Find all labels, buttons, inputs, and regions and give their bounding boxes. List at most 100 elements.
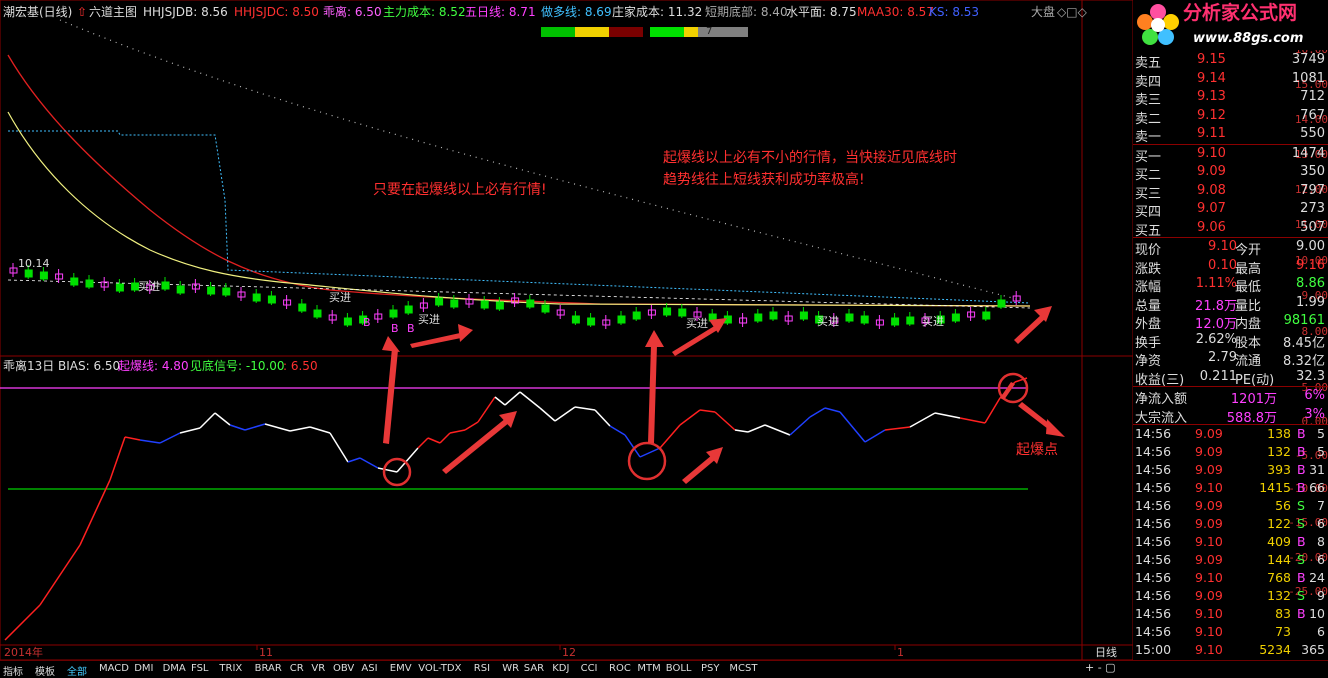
tab-rsi[interactable]: RSI (474, 663, 490, 674)
tick-row[interactable]: 14:56 9.10 768 B 24 (1133, 569, 1328, 587)
candle-body (70, 277, 79, 286)
bias-segment (639, 447, 661, 458)
bias-segment (439, 432, 451, 444)
tick-row[interactable]: 15:00 9.10 5234 365 (1133, 641, 1328, 659)
bias-segment (504, 391, 521, 406)
tick-cell: 393 (1267, 462, 1291, 477)
bias-segment (347, 457, 361, 463)
tick-cell: 14:56 (1135, 516, 1172, 531)
buy-order-row[interactable]: 买五 9.06 507 (1133, 219, 1328, 239)
quote-cell: 大宗流入 (1135, 410, 1188, 426)
quote-cell: 9.12 (1197, 107, 1226, 123)
tick-list[interactable]: 14:56 9.09 138 B 5 14:56 9.09 132 B 5 14:56 9.09 393… (1133, 425, 1328, 659)
buy-order-row[interactable]: 买二 9.09 350 (1133, 163, 1328, 183)
tab-cr[interactable]: CR (290, 663, 304, 674)
time-label: 12 (562, 646, 576, 659)
tab-kdj[interactable]: KDJ (552, 663, 569, 674)
candle-body (252, 293, 261, 302)
tab-vol-tdx[interactable]: VOL-TDX (418, 663, 461, 674)
tick-cell: 1415 (1259, 480, 1291, 495)
tab-mtm[interactable]: MTM (637, 663, 660, 674)
buy-signal: 买进 (418, 313, 440, 326)
tab-vr[interactable]: VR (311, 663, 325, 674)
tick-row[interactable]: 14:56 9.09 122 S 6 (1133, 515, 1328, 533)
bias-segment (417, 437, 429, 449)
tab-obv[interactable]: OBV (333, 663, 354, 674)
tab-emv[interactable]: EMV (390, 663, 412, 674)
fund-flow-row[interactable]: 净流入额 1201万 6% (1133, 387, 1328, 407)
tab-dmi[interactable]: DMI (134, 663, 153, 674)
quote-cell: 767 (1300, 107, 1325, 123)
tick-row[interactable]: 14:56 9.10 1415 B 66 (1133, 479, 1328, 497)
candle-body (769, 311, 778, 320)
progress-color-bar (541, 27, 748, 37)
sell-order-row[interactable]: 卖三 9.13 712 (1133, 88, 1328, 108)
tick-row[interactable]: 14:56 9.09 132 B 5 (1133, 443, 1328, 461)
buy-order-row[interactable]: 买三 9.08 797 (1133, 182, 1328, 202)
tick-cell: 14:56 (1135, 498, 1172, 513)
tick-row[interactable]: 14:56 9.09 393 B 31 (1133, 461, 1328, 479)
quote-cell: 9.08 (1197, 182, 1226, 198)
quote-cell: 712 (1300, 89, 1325, 104)
indicator-name[interactable]: 六道主图 (89, 5, 137, 19)
quote-cell: 6% (1304, 388, 1325, 403)
candle-body (754, 313, 763, 322)
tab-mcst[interactable]: MCST (729, 663, 757, 674)
tab-wr[interactable]: WR (502, 663, 519, 674)
sub-chart-title[interactable]: 乖离13日 (3, 359, 54, 373)
stat-row[interactable]: 外盘 12.0万 内盘 98161 (1133, 312, 1328, 332)
sell-order-row[interactable]: 卖二 9.12 767 (1133, 107, 1328, 127)
stat-row[interactable]: 涨跌 0.10 最高 9.16 (1133, 257, 1328, 277)
tick-cell: 14:56 (1135, 552, 1172, 567)
tab-trix[interactable]: TRIX (219, 663, 242, 674)
tick-row[interactable]: 14:56 9.10 73 6 (1133, 623, 1328, 641)
stat-row[interactable]: 收益(三) 0.211 PE(动) 32.3 (1133, 368, 1328, 388)
buy-order-row[interactable]: 买一 9.10 1474 (1133, 145, 1328, 165)
tick-row[interactable]: 14:56 9.09 144 S 6 (1133, 551, 1328, 569)
bias-segment (574, 406, 596, 411)
period-button[interactable]: 日线 (1095, 646, 1117, 660)
buy-order-row[interactable]: 买四 9.07 273 (1133, 200, 1328, 220)
fund-flow-row[interactable]: 大宗流入 588.8万 3% (1133, 406, 1328, 426)
site-logo: 分析家公式网 www.88gs.com (1133, 0, 1328, 50)
tick-row[interactable]: 14:56 9.10 409 B 8 (1133, 533, 1328, 551)
tab-sar[interactable]: SAR (524, 663, 544, 674)
window-controls-icon[interactable]: ◇□◇ (1057, 5, 1087, 19)
tick-cell: 24 (1309, 570, 1325, 585)
tick-row[interactable]: 14:56 9.09 132 S 9 (1133, 587, 1328, 605)
stat-row[interactable]: 净资 2.79 流通 8.32亿 (1133, 349, 1328, 369)
stat-row[interactable]: 涨幅 1.11% 最低 8.86 (1133, 275, 1328, 295)
tab-roc[interactable]: ROC (609, 663, 631, 674)
sell-order-row[interactable]: 卖五 9.15 3749 (1133, 51, 1328, 71)
tick-row[interactable]: 14:56 9.09 138 B 5 (1133, 425, 1328, 443)
tab-cci[interactable]: CCI (581, 663, 598, 674)
tab-dma[interactable]: DMA (163, 663, 186, 674)
quote-cell: 9.15 (1197, 52, 1226, 67)
sell-order-row[interactable]: 卖一 9.11 550 (1133, 125, 1328, 145)
tab-brar[interactable]: BRAR (255, 663, 282, 674)
market-button[interactable]: 大盘 (1031, 5, 1055, 19)
tick-row[interactable]: 14:56 9.09 56 S 7 (1133, 497, 1328, 515)
tick-row[interactable]: 14:56 9.10 83 B 10 (1133, 605, 1328, 623)
time-label: 11 (259, 646, 273, 659)
tab-boll[interactable]: BOLL (666, 663, 692, 674)
tick-cell: 9.09 (1195, 462, 1223, 477)
tab-psy[interactable]: PSY (701, 663, 720, 674)
tick-cell: 10 (1309, 606, 1325, 621)
tab-fsl[interactable]: FSL (191, 663, 209, 674)
bias-segment (139, 439, 161, 444)
quote-cell: 卖五 (1135, 56, 1162, 71)
tab-macd[interactable]: MACD (99, 663, 129, 674)
fund-flow: 净流入额 1201万 6% 大宗流入 588.8万 3% (1133, 387, 1328, 426)
chart-canvas[interactable] (0, 0, 1133, 676)
quote-cell: 最低 (1235, 280, 1262, 295)
buy-signal: 买进 (922, 315, 944, 328)
tick-cell: 15:00 (1135, 642, 1172, 657)
stat-row[interactable]: 现价 9.10 今开 9.00 (1133, 238, 1328, 258)
sell-order-row[interactable]: 卖四 9.14 1081 (1133, 70, 1328, 90)
stat-row[interactable]: 换手 2.62% 股本 8.45亿 (1133, 331, 1328, 351)
zoom-controls[interactable]: + - ▢ (1085, 661, 1116, 675)
stat-row[interactable]: 总量 21.8万 量比 1.99 (1133, 294, 1328, 314)
tab-asi[interactable]: ASI (361, 663, 377, 674)
buy-signal: 买进 (817, 315, 839, 328)
